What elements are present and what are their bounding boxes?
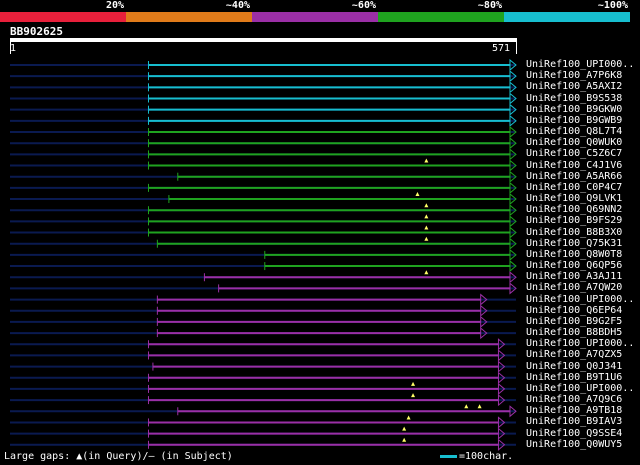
hit-label-link[interactable]: UniRef100_B9GWB9 [526, 115, 622, 126]
hit-label-link[interactable]: UniRef100_B9FS29 [526, 215, 622, 226]
hit-label-link[interactable]: UniRef100_A7P6K8 [526, 70, 622, 81]
hit-label-link[interactable]: UniRef100_Q0J341 [526, 361, 622, 372]
query-gap-marker [424, 236, 429, 241]
hit-label-link[interactable]: UniRef100_Q0WUK0 [526, 137, 622, 148]
hit-label-link[interactable]: UniRef100_Q6QP56 [526, 260, 622, 271]
query-gap-marker [415, 192, 420, 197]
hit-label-link[interactable]: UniRef100_B9GKW0 [526, 104, 622, 115]
hit-label-link[interactable]: UniRef100_B9S538 [526, 93, 622, 104]
scale-label: =100char. [459, 451, 514, 462]
hit-label-link[interactable]: UniRef100_C0P4C7 [526, 182, 622, 193]
query-gap-marker [464, 404, 469, 409]
hit-label-link[interactable]: UniRef100_Q8W0T8 [526, 249, 622, 260]
hit-label-link[interactable]: UniRef100_C4J1V6 [526, 160, 622, 171]
query-gap-marker [402, 426, 407, 431]
hit-label-link[interactable]: UniRef100_Q0WUY5 [526, 439, 622, 450]
hit-label-link[interactable]: UniRef100_A7QW20 [526, 282, 622, 293]
hit-label-link[interactable]: UniRef100_B8B3X0 [526, 227, 622, 238]
query-gap-marker [406, 415, 411, 420]
hit-label-link[interactable]: UniRef100_Q8L7T4 [526, 126, 622, 137]
hit-label-link[interactable]: UniRef100_A9TB18 [526, 405, 622, 416]
hit-label-link[interactable]: UniRef100_A3AJ11 [526, 271, 622, 282]
hit-label-link[interactable]: UniRef100_B9T1U6 [526, 372, 622, 383]
query-gap-marker [424, 214, 429, 219]
hit-label-link[interactable]: UniRef100_C5Z6C7 [526, 148, 622, 159]
hit-label-link[interactable]: UniRef100_UPI000.. [526, 383, 634, 394]
query-gap-marker [424, 225, 429, 230]
query-gap-marker [402, 437, 407, 442]
query-gap-marker [477, 404, 482, 409]
query-gap-marker [424, 158, 429, 163]
hit-label-link[interactable]: UniRef100_Q6EP64 [526, 305, 622, 316]
gap-legend-text: Large gaps: ▲(in Query)/– (in Subject) [4, 451, 233, 462]
hit-label-link[interactable]: UniRef100_Q75K31 [526, 238, 622, 249]
hit-label-link[interactable]: UniRef100_UPI000.. [526, 59, 634, 70]
hit-label-link[interactable]: UniRef100_B9G2F5 [526, 316, 622, 327]
hit-label-link[interactable]: UniRef100_B9IAV3 [526, 416, 622, 427]
query-gap-marker [411, 393, 416, 398]
query-gap-marker [424, 203, 429, 208]
hit-label-link[interactable]: UniRef100_Q69NN2 [526, 204, 622, 215]
hit-label-link[interactable]: UniRef100_Q9LVK1 [526, 193, 622, 204]
hit-label-link[interactable]: UniRef100_UPI000.. [526, 338, 634, 349]
scale-bar [440, 455, 457, 458]
hit-label-link[interactable]: UniRef100_A7Q9C6 [526, 394, 622, 405]
hit-label-link[interactable]: UniRef100_B8BDH5 [526, 327, 622, 338]
query-gap-marker [411, 381, 416, 386]
hit-label-link[interactable]: UniRef100_A7QZX5 [526, 349, 622, 360]
hit-label-link[interactable]: UniRef100_Q9SSE4 [526, 428, 622, 439]
query-gap-marker [424, 270, 429, 275]
hit-label-link[interactable]: UniRef100_A5AR66 [526, 171, 622, 182]
hit-label-link[interactable]: UniRef100_UPI000.. [526, 294, 634, 305]
hit-label-link[interactable]: UniRef100_A5AXI2 [526, 81, 622, 92]
